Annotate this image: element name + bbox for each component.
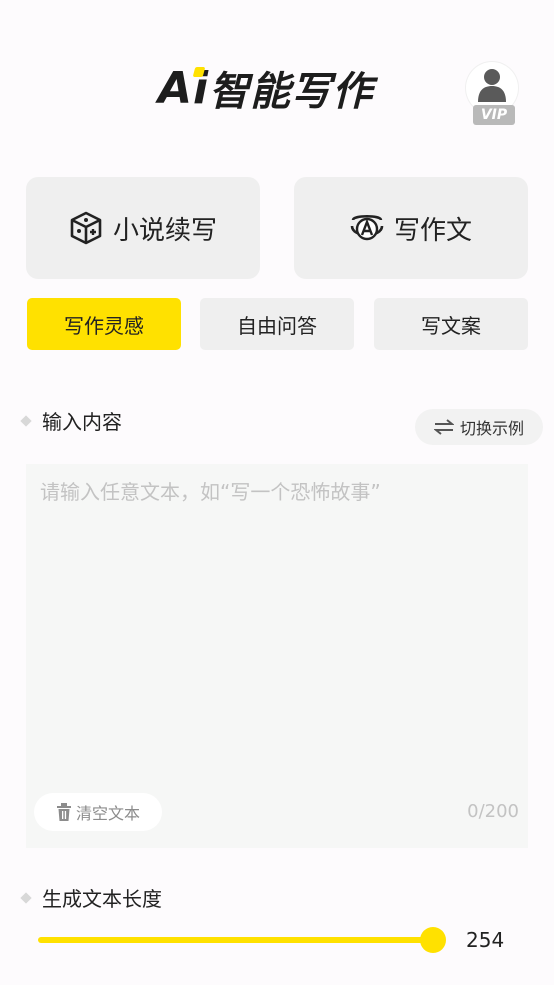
switch-example-label: 切换示例 xyxy=(459,419,524,438)
content-input[interactable] xyxy=(26,464,528,784)
mode-novel-label: 小说续写 xyxy=(112,215,217,246)
diamond-bullet-icon xyxy=(20,891,32,904)
clear-text-label: 清空文本 xyxy=(75,804,140,823)
app-logo: Ai 智能写作 xyxy=(158,62,374,116)
length-value: 254 xyxy=(466,928,505,952)
tab-free-qa[interactable]: 自由问答 xyxy=(200,298,354,350)
slider-track[interactable] xyxy=(38,937,433,943)
tab-writing-inspiration[interactable]: 写作灵感 xyxy=(27,298,181,350)
length-section-title: 生成文本长度 xyxy=(42,887,162,911)
length-section-label: 生成文本长度 xyxy=(20,883,162,912)
content-input-box: 清空文本 0/200 xyxy=(26,464,528,848)
vip-badge[interactable]: VIP xyxy=(473,105,515,125)
user-icon xyxy=(478,69,506,102)
mode-essay-label: 写作文 xyxy=(393,215,472,246)
diamond-bullet-icon xyxy=(20,414,32,427)
length-slider[interactable] xyxy=(38,927,458,953)
input-section-title: 输入内容 xyxy=(42,410,122,434)
dice-book-icon xyxy=(70,211,102,245)
slider-thumb[interactable] xyxy=(420,927,446,953)
logo-title: 智能写作 xyxy=(209,69,374,115)
mode-novel-continue[interactable]: 小说续写 xyxy=(26,177,260,279)
clear-text-button[interactable]: 清空文本 xyxy=(34,793,162,831)
char-counter: 0/200 xyxy=(467,801,519,822)
input-section-label: 输入内容 xyxy=(20,406,122,435)
trash-icon xyxy=(56,803,71,821)
swap-arrows-icon xyxy=(433,419,454,435)
tab-copywriting[interactable]: 写文案 xyxy=(374,298,528,350)
switch-example-button[interactable]: 切换示例 xyxy=(415,409,543,445)
mode-essay[interactable]: 写作文 xyxy=(294,177,528,279)
essay-a-icon xyxy=(350,214,384,241)
app-header: Ai 智能写作 VIP xyxy=(0,0,554,150)
